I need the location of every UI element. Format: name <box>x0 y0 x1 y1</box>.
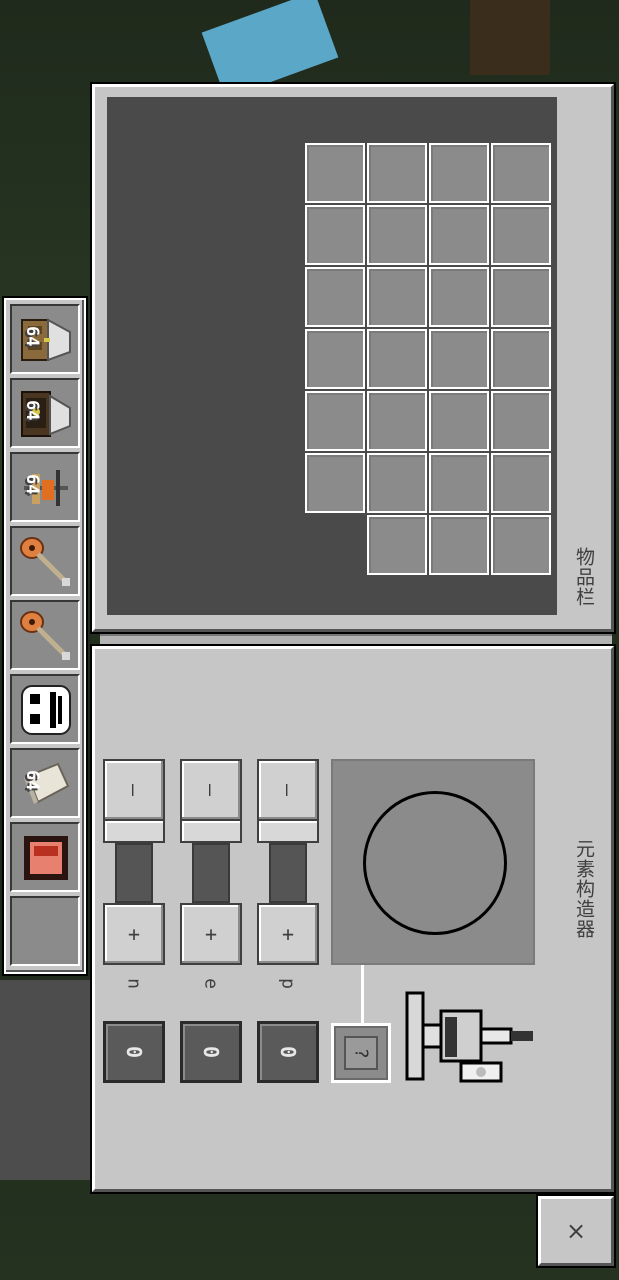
decrease-p-button[interactable]: — <box>257 759 319 821</box>
panel-divider <box>100 634 612 646</box>
inventory-slot[interactable] <box>367 267 427 327</box>
hotbar-slot-8[interactable] <box>10 822 80 892</box>
inventory-slot[interactable] <box>429 453 489 513</box>
inventory-slot[interactable] <box>429 143 489 203</box>
inventory-slot[interactable] <box>367 205 427 265</box>
inventory-slot[interactable] <box>429 267 489 327</box>
inventory-slot[interactable] <box>305 267 365 327</box>
inventory-slot[interactable] <box>367 329 427 389</box>
inventory-slot[interactable] <box>429 205 489 265</box>
inventory-slot[interactable] <box>305 391 365 451</box>
inventory-slot[interactable] <box>305 329 365 389</box>
slider-track[interactable] <box>269 843 307 903</box>
guitar-icon <box>20 537 70 586</box>
close-button[interactable]: × <box>538 1196 614 1266</box>
element-constructor-panel: — + n 0 — + e 0 — + p 0 ? 元素构造器 <box>92 646 614 1192</box>
slider-track[interactable] <box>115 843 153 903</box>
decrease-n-button[interactable]: — <box>103 759 165 821</box>
decrease-e-button[interactable]: — <box>180 759 242 821</box>
atom-preview <box>331 759 535 965</box>
slider-knob[interactable] <box>103 819 165 843</box>
inventory-slot[interactable] <box>491 515 551 575</box>
inventory-slot[interactable] <box>305 453 365 513</box>
microscope-icon <box>405 991 533 1083</box>
hotbar-slot-6[interactable] <box>10 674 80 744</box>
inventory-slot[interactable] <box>491 453 551 513</box>
neutron-value[interactable]: 0 <box>103 1021 165 1083</box>
inventory-title: 物品栏 <box>573 547 595 607</box>
skull-face-icon <box>21 685 71 735</box>
inventory-slot[interactable] <box>429 515 489 575</box>
hotbar-slot-9[interactable] <box>10 896 80 966</box>
item-count: 64 <box>22 326 42 347</box>
neutron-label: n <box>123 978 145 989</box>
hotbar-slot-1[interactable]: 64 <box>10 304 80 374</box>
inventory-slot[interactable] <box>429 391 489 451</box>
result-slot[interactable]: ? <box>331 1023 391 1083</box>
guitar-icon <box>20 611 70 660</box>
item-count: 64 <box>22 770 42 791</box>
inventory-slot[interactable] <box>491 391 551 451</box>
atom-circle <box>363 791 507 935</box>
inventory-slot[interactable] <box>429 329 489 389</box>
hotbar: 64 64 64 64 <box>4 298 86 974</box>
connector-line <box>361 965 364 1023</box>
proton-value[interactable]: 0 <box>257 1021 319 1083</box>
electron-value[interactable]: 0 <box>180 1021 242 1083</box>
electron-label: e <box>200 978 222 989</box>
hotbar-slot-2[interactable]: 64 <box>10 378 80 448</box>
inventory-slot[interactable] <box>367 143 427 203</box>
inventory-slot[interactable] <box>491 205 551 265</box>
hotbar-slot-3[interactable]: 64 <box>10 452 80 522</box>
proton-label: p <box>277 978 299 989</box>
redstone-block-icon <box>24 836 68 880</box>
slider-knob[interactable] <box>180 819 242 843</box>
slider-knob[interactable] <box>257 819 319 843</box>
hotbar-slot-4[interactable] <box>10 526 80 596</box>
inventory-slot[interactable] <box>491 329 551 389</box>
item-count: 64 <box>22 474 42 495</box>
unknown-element-icon: ? <box>344 1036 378 1070</box>
background-block <box>0 980 90 1180</box>
inventory-slot[interactable] <box>367 453 427 513</box>
item-count: 64 <box>22 400 42 421</box>
inventory-slot[interactable] <box>491 143 551 203</box>
inventory-slot[interactable] <box>367 515 427 575</box>
background-block <box>470 0 550 75</box>
inventory-panel: 物品栏 <box>92 84 614 632</box>
hotbar-slot-5[interactable] <box>10 600 80 670</box>
hotbar-slot-7[interactable]: 64 <box>10 748 80 818</box>
constructor-title: 元素构造器 <box>573 839 595 939</box>
inventory-slot[interactable] <box>305 205 365 265</box>
inventory-slot[interactable] <box>305 143 365 203</box>
slider-track[interactable] <box>192 843 230 903</box>
inventory-slot[interactable] <box>491 267 551 327</box>
inventory-slot[interactable] <box>367 391 427 451</box>
